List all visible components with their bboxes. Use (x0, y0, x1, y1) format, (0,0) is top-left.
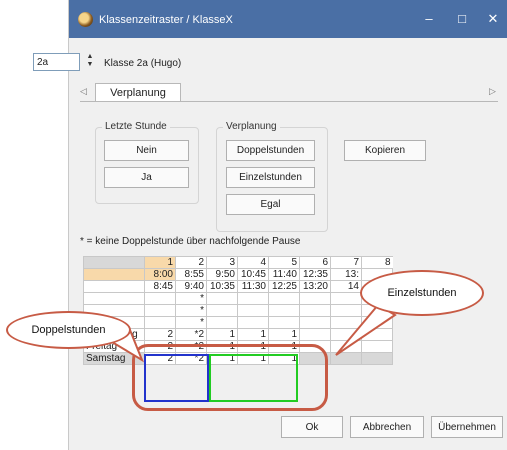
doppelstunden-callout: Doppelstunden (6, 311, 131, 349)
apply-button[interactable]: Übernehmen (431, 416, 503, 438)
callout-pointers (110, 303, 397, 363)
cancel-button[interactable]: Abbrechen (350, 416, 424, 438)
einzelstunden-pointer (335, 303, 397, 356)
ok-button[interactable]: Ok (281, 416, 343, 438)
einzelstunden-callout: Einzelstunden (360, 270, 484, 316)
